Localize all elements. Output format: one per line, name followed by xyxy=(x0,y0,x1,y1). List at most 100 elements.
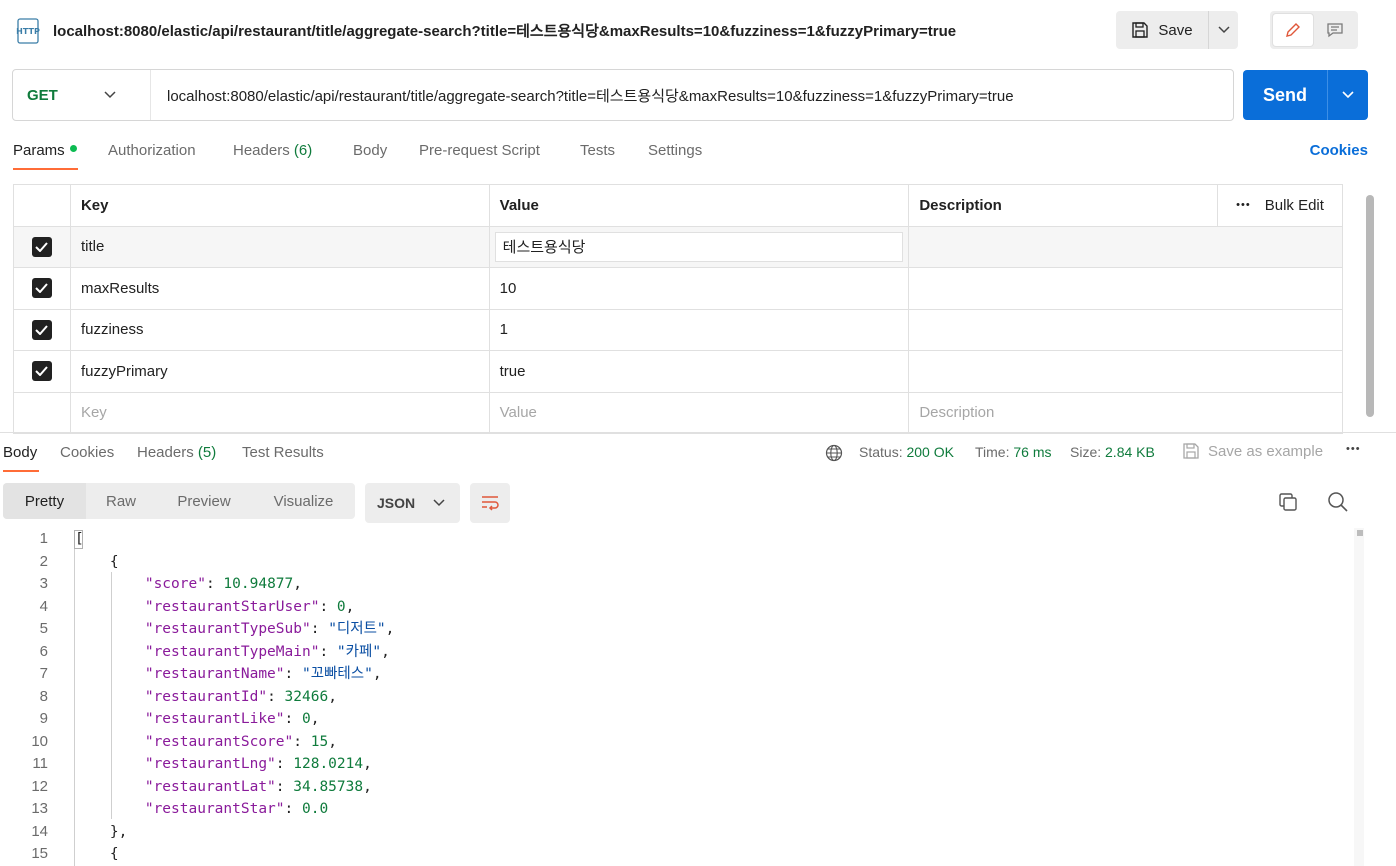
param-description[interactable] xyxy=(909,351,1343,392)
pretty-button[interactable]: Pretty xyxy=(3,483,86,519)
param-new-row: Key Value Description xyxy=(14,392,1343,434)
code-text: { xyxy=(75,846,119,862)
response-tabs: Body Cookies Headers (5) Test Results St… xyxy=(0,440,1396,474)
checkmark-icon xyxy=(35,242,49,252)
copy-icon[interactable] xyxy=(1276,490,1300,514)
save-as-example-label: Save as example xyxy=(1208,442,1324,460)
search-icon[interactable] xyxy=(1326,490,1350,514)
tab-response-headers[interactable]: Headers (5) xyxy=(137,444,216,461)
save-button[interactable]: Save xyxy=(1116,11,1208,49)
request-header: HTTP localhost:8080/elastic/api/restaura… xyxy=(0,0,1396,62)
param-value[interactable]: true xyxy=(490,351,910,392)
more-options-button[interactable]: ••• xyxy=(1236,199,1251,211)
code-scrollbar[interactable] xyxy=(1354,528,1364,866)
param-checkbox[interactable] xyxy=(31,319,52,340)
tab-authorization[interactable]: Authorization xyxy=(108,142,196,159)
param-value-cell: 테스트용식당 xyxy=(490,226,910,267)
response-time[interactable]: Time: 76 ms xyxy=(975,444,1052,460)
comments-mode-button[interactable] xyxy=(1315,14,1355,46)
param-check-cell xyxy=(14,226,71,267)
editor-mode-toggle xyxy=(1270,11,1358,49)
header-description: Description xyxy=(909,185,1219,226)
save-options-button[interactable] xyxy=(1208,11,1238,49)
tab-response-cookies[interactable]: Cookies xyxy=(60,444,114,461)
bracket-match-highlight xyxy=(74,530,83,549)
code-text: { xyxy=(75,553,119,570)
code-scrollbar-thumb[interactable] xyxy=(1357,530,1363,536)
param-check-cell xyxy=(14,392,71,433)
tab-params-label: Params xyxy=(13,142,65,159)
new-description-input[interactable]: Description xyxy=(909,392,1343,433)
code-text: "restaurantTypeMain": "카페", xyxy=(144,643,390,660)
header-value: Value xyxy=(490,185,910,226)
param-value[interactable]: 10 xyxy=(490,268,910,309)
params-scrollbar[interactable] xyxy=(1366,195,1374,417)
method-label: GET xyxy=(27,86,58,104)
code-line: 3 "score": 10.94877, xyxy=(0,573,1360,596)
line-number: 12 xyxy=(31,777,48,795)
format-label: JSON xyxy=(377,495,416,511)
new-key-input[interactable]: Key xyxy=(71,392,490,433)
param-checkbox[interactable] xyxy=(31,236,52,257)
param-checkbox[interactable] xyxy=(31,278,52,299)
bulk-edit-button[interactable]: Bulk Edit xyxy=(1265,197,1324,214)
param-key[interactable]: fuzzyPrimary xyxy=(71,351,490,392)
code-line: 6 "restaurantTypeMain": "카페", xyxy=(0,641,1360,664)
response-size[interactable]: Size: 2.84 KB xyxy=(1070,444,1155,460)
size-label: Size: xyxy=(1070,444,1102,460)
code-text: "restaurantId": 32466, xyxy=(144,688,337,705)
raw-button[interactable]: Raw xyxy=(86,483,156,519)
line-number: 11 xyxy=(32,755,48,772)
header-check-cell xyxy=(14,185,71,226)
edit-mode-button[interactable] xyxy=(1273,14,1313,46)
tab-pre-request-script[interactable]: Pre-request Script xyxy=(419,142,540,159)
tab-tests[interactable]: Tests xyxy=(580,142,615,159)
tab-headers[interactable]: Headers (6) xyxy=(233,142,312,159)
response-status[interactable]: Status: 200 OK xyxy=(859,444,954,460)
param-value-input[interactable]: 테스트용식당 xyxy=(494,231,903,262)
tab-test-results[interactable]: Test Results xyxy=(242,444,324,461)
new-value-input[interactable]: Value xyxy=(490,392,910,433)
param-checkbox[interactable] xyxy=(31,361,52,382)
param-key[interactable]: title xyxy=(71,226,490,267)
checkmark-icon xyxy=(35,325,49,335)
tab-response-body[interactable]: Body xyxy=(3,444,37,461)
save-as-example-button[interactable]: Save as example xyxy=(1182,442,1323,460)
response-more-button[interactable]: ••• xyxy=(1346,443,1361,455)
tab-settings[interactable]: Settings xyxy=(648,142,702,159)
request-title[interactable]: localhost:8080/elastic/api/restaurant/ti… xyxy=(53,20,956,41)
globe-icon[interactable] xyxy=(825,444,843,462)
active-tab-indicator xyxy=(3,470,39,472)
pane-divider[interactable] xyxy=(0,432,1396,433)
header-key: Key xyxy=(71,185,490,226)
url-input[interactable] xyxy=(151,70,1233,120)
tab-body[interactable]: Body xyxy=(353,142,387,159)
params-active-dot xyxy=(69,145,77,152)
method-select[interactable]: GET xyxy=(13,70,151,120)
param-check-cell xyxy=(14,268,71,309)
param-key[interactable]: maxResults xyxy=(71,268,490,309)
param-key[interactable]: fuzziness xyxy=(71,309,490,350)
send-button[interactable]: Send xyxy=(1243,70,1327,120)
cookies-link[interactable]: Cookies xyxy=(1310,142,1368,159)
code-line: 13 "restaurantStar": 0.0 xyxy=(0,798,1360,821)
url-bar: GET xyxy=(12,69,1234,121)
format-select[interactable]: JSON xyxy=(365,483,460,523)
param-description[interactable] xyxy=(909,268,1343,309)
save-group: Save xyxy=(1116,11,1238,49)
params-header-row: Key Value Description ••• Bulk Edit xyxy=(14,185,1343,227)
response-json-viewer[interactable]: 1[2 {3 "score": 10.94877, 4 "restaurantSt… xyxy=(0,528,1360,866)
chevron-down-icon xyxy=(1217,26,1230,34)
send-options-button[interactable] xyxy=(1327,70,1368,120)
tab-params[interactable]: Params xyxy=(13,142,77,159)
tab-headers-count: (6) xyxy=(293,142,313,159)
checkmark-icon xyxy=(35,283,49,294)
visualize-button[interactable]: Visualize xyxy=(252,483,355,519)
preview-button[interactable]: Preview xyxy=(156,483,252,519)
param-value[interactable]: 1 xyxy=(490,309,910,350)
indent-guide xyxy=(74,547,75,866)
size-value: 2.84 KB xyxy=(1105,444,1155,460)
param-description[interactable] xyxy=(909,226,1343,267)
wrap-lines-button[interactable] xyxy=(470,483,510,523)
param-description[interactable] xyxy=(909,309,1343,350)
